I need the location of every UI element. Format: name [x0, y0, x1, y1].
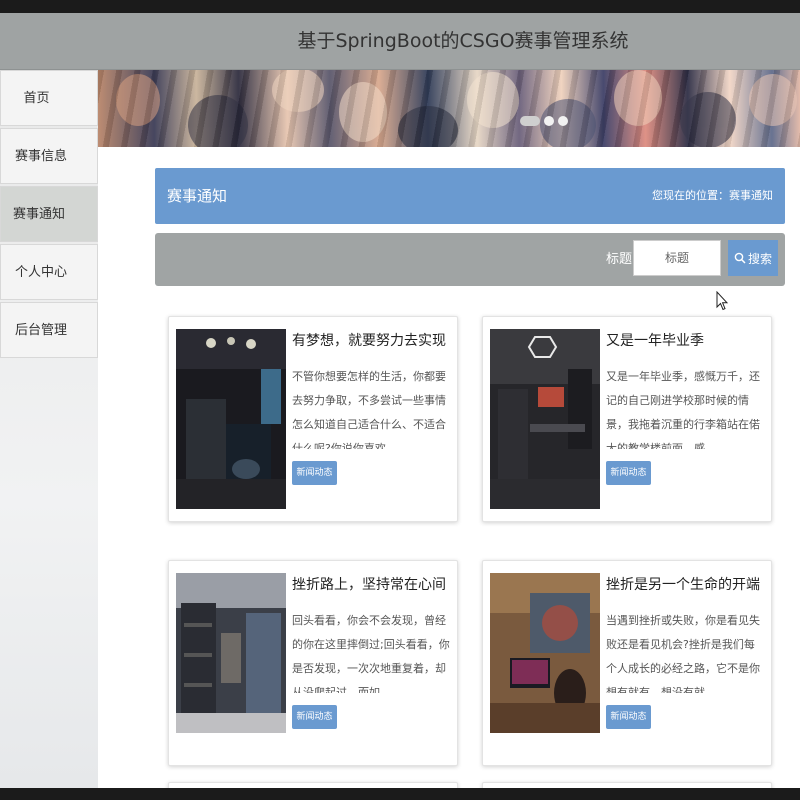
main-content: 赛事通知 您现在的位置：赛事通知 标题 搜索 — [98, 70, 800, 788]
card-thumbnail[interactable] — [176, 329, 286, 509]
card-tag-button[interactable]: 新闻动态 — [292, 705, 337, 729]
card-thumbnail[interactable] — [490, 329, 600, 509]
card-thumbnail[interactable] — [176, 573, 286, 753]
news-card[interactable]: 挫折路上，坚持常在心间 回头看看，你会不会发现，曾经的你在这里摔倒过;回头看看，… — [168, 560, 458, 766]
search-button-label: 搜索 — [747, 251, 772, 266]
card-title[interactable]: 挫折路上，坚持常在心间 — [292, 574, 446, 594]
search-button[interactable]: 搜索 — [728, 240, 778, 276]
card-title[interactable]: 挫折是另一个生命的开端 — [606, 574, 760, 594]
breadcrumb: 您现在的位置：赛事通知 — [652, 189, 773, 202]
carousel-dot[interactable] — [520, 116, 540, 126]
window-bottom-strip — [0, 788, 800, 800]
card-tag-button[interactable]: 新闻动态 — [606, 461, 651, 485]
card-tag-button[interactable]: 新闻动态 — [606, 705, 651, 729]
window-top-strip — [0, 0, 800, 13]
card-excerpt: 不管你想要怎样的生活，你都要去努力争取，不多尝试一些事情怎么知道自己适合什么、不… — [292, 370, 446, 449]
header: 基于SpringBoot的CSGO赛事管理系统 — [0, 13, 800, 70]
sidebar-item-home[interactable]: 首页 — [0, 70, 98, 126]
banner-carousel[interactable] — [98, 70, 800, 147]
card-excerpt: 又是一年毕业季，感慨万千，还记的自己刚进学校那时候的情景，我拖着沉重的行李箱站在… — [606, 370, 760, 449]
carousel-dot[interactable] — [544, 116, 554, 126]
news-card[interactable]: 又是一年毕业季 又是一年毕业季，感慨万千，还记的自己刚进学校那时候的情景，我拖着… — [482, 316, 772, 522]
sidebar-item-personal-center[interactable]: 个人中心 — [0, 244, 98, 300]
card-excerpt: 回头看看，你会不会发现，曾经的你在这里摔倒过;回头看看，你是否发现，一次次地重复… — [292, 614, 450, 693]
card-thumbnail[interactable] — [490, 573, 600, 753]
search-bar: 标题 搜索 — [155, 233, 785, 286]
card-title[interactable]: 有梦想，就要努力去实现 — [292, 330, 446, 350]
sidebar-item-match-info[interactable]: 赛事信息 — [0, 128, 98, 184]
carousel-dots — [520, 116, 568, 126]
card-tag-button[interactable]: 新闻动态 — [292, 461, 337, 485]
search-icon — [734, 252, 746, 264]
card-title[interactable]: 又是一年毕业季 — [606, 330, 704, 350]
carousel-dot[interactable] — [558, 116, 568, 126]
app-title: 基于SpringBoot的CSGO赛事管理系统 — [297, 30, 629, 52]
section-header: 赛事通知 您现在的位置：赛事通知 — [155, 168, 785, 224]
mouse-cursor-icon — [716, 291, 728, 311]
card-excerpt: 当遇到挫折或失败，你是看见失败还是看见机会?挫折是我们每个人成长的必经之路，它不… — [606, 614, 760, 693]
section-title: 赛事通知 — [167, 187, 228, 205]
news-card[interactable]: 挫折是另一个生命的开端 当遇到挫折或失败，你是看见失败还是看见机会?挫折是我们每… — [482, 560, 772, 766]
search-input[interactable] — [633, 240, 721, 276]
sidebar-item-admin[interactable]: 后台管理 — [0, 302, 98, 358]
news-card[interactable]: 有梦想，就要努力去实现 不管你想要怎样的生活，你都要去努力争取，不多尝试一些事情… — [168, 316, 458, 522]
sidebar: 首页 赛事信息 赛事通知 个人中心 后台管理 — [0, 70, 98, 788]
search-label: 标题 — [606, 252, 633, 267]
sidebar-item-match-notice[interactable]: 赛事通知 — [0, 186, 98, 242]
